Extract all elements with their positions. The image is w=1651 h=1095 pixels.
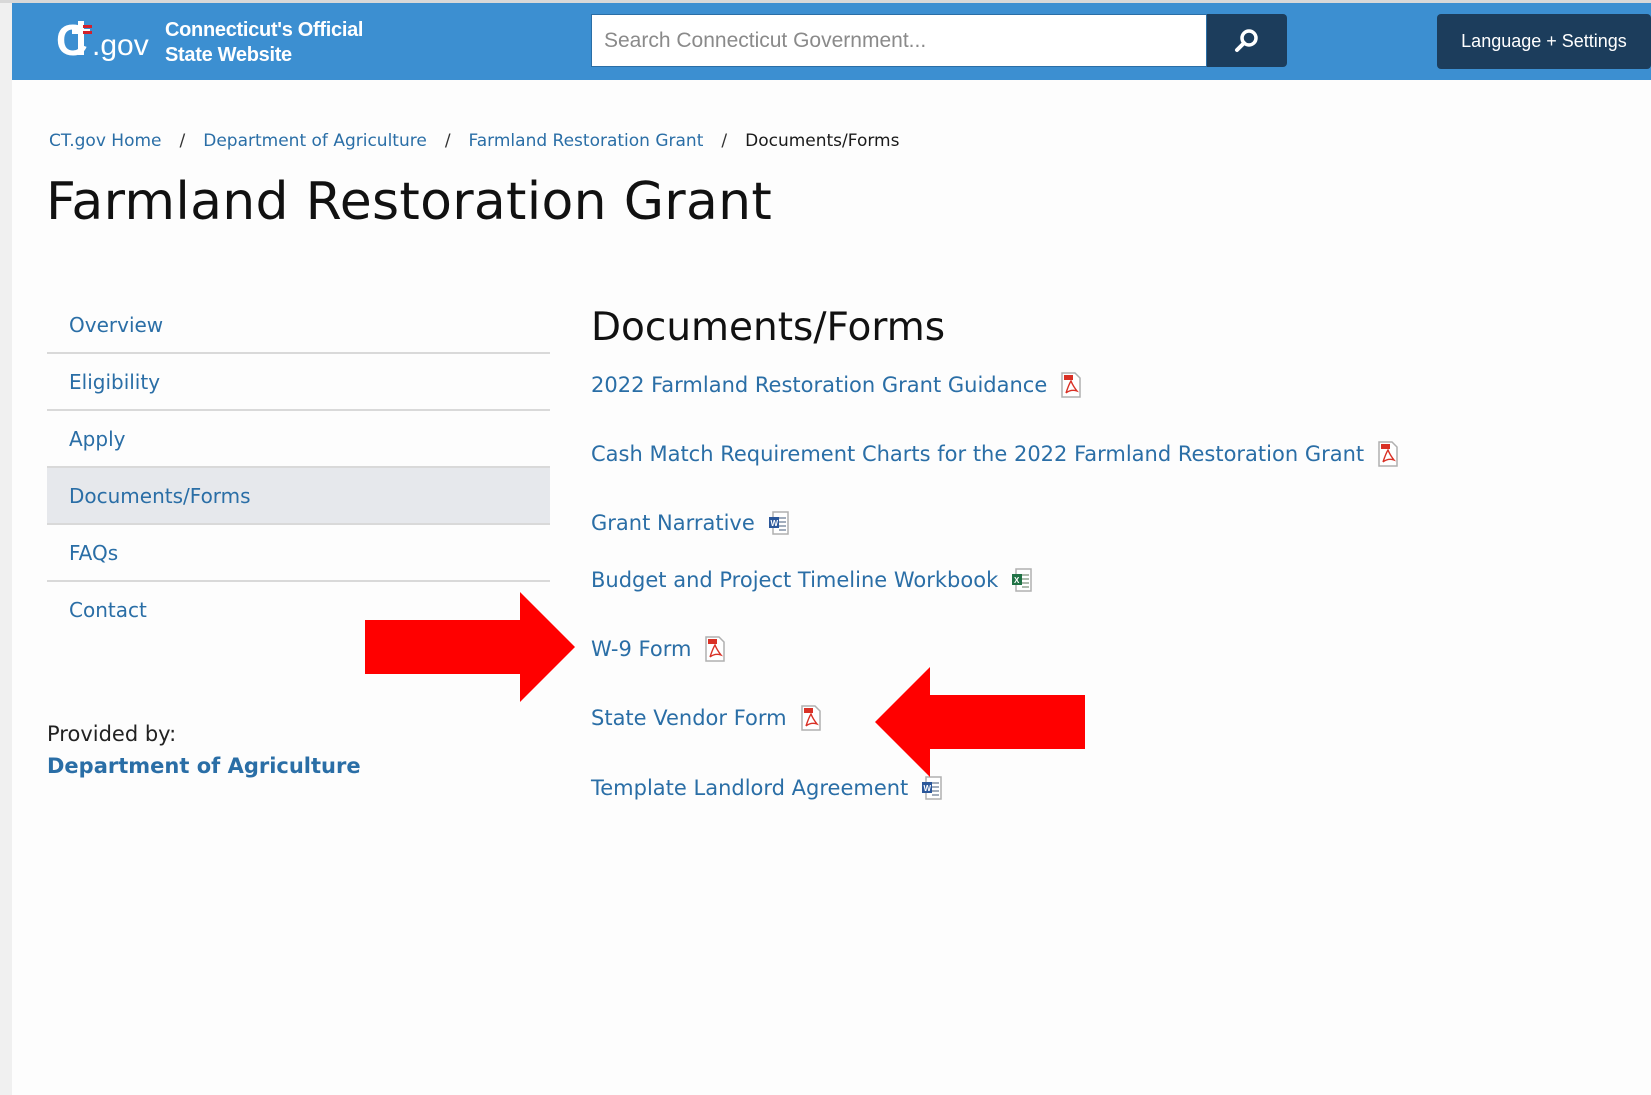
language-settings-button[interactable]: Language + Settings <box>1437 14 1651 69</box>
breadcrumb-separator: / <box>721 131 728 151</box>
breadcrumb-current: Documents/Forms <box>745 131 900 151</box>
breadcrumb-home[interactable]: CT.gov Home <box>49 131 162 151</box>
sidebar-item-overview[interactable]: Overview <box>47 297 550 354</box>
word-icon: W <box>922 776 943 800</box>
pdf-icon <box>800 705 821 731</box>
site-title: Connecticut's Official State Website <box>165 18 363 68</box>
site-header: C .gov Connecticut's Official State Webs… <box>12 3 1651 80</box>
excel-icon: X <box>1012 568 1032 592</box>
document-link-grant-narrative[interactable]: Grant Narrative W <box>591 510 791 536</box>
site-title-line2: State Website <box>165 44 292 66</box>
document-link-state-vendor-form[interactable]: State Vendor Form <box>591 705 823 731</box>
word-icon: W <box>768 511 789 535</box>
svg-text:W: W <box>924 784 932 793</box>
breadcrumb: CT.gov Home / Department of Agriculture / Fa… <box>49 131 899 151</box>
right-pointing-arrow-annotation <box>365 592 575 702</box>
svg-text:W: W <box>770 519 778 528</box>
pdf-icon <box>1061 372 1082 398</box>
sidebar-item-eligibility[interactable]: Eligibility <box>47 354 550 411</box>
provided-by-label: Provided by: <box>47 722 177 746</box>
document-link-w9-form[interactable]: W-9 Form <box>591 636 727 662</box>
left-margin-strip <box>0 0 12 1095</box>
document-link-budget-workbook[interactable]: Budget and Project Timeline Workbook X <box>591 567 1034 593</box>
sidebar-item-documents-forms[interactable]: Documents/Forms <box>47 468 550 525</box>
breadcrumb-department[interactable]: Department of Agriculture <box>203 131 427 151</box>
breadcrumb-grant[interactable]: Farmland Restoration Grant <box>469 131 704 151</box>
ct-gov-logo[interactable]: C .gov <box>56 11 156 73</box>
document-link-label: W-9 Form <box>591 637 692 661</box>
breadcrumb-separator: / <box>179 131 186 151</box>
breadcrumb-separator: / <box>444 131 451 151</box>
document-link-cash-match[interactable]: Cash Match Requirement Charts for the 20… <box>591 441 1400 467</box>
svg-text:.gov: .gov <box>92 29 149 62</box>
search-button[interactable] <box>1207 14 1287 67</box>
document-link-label: Budget and Project Timeline Workbook <box>591 568 999 592</box>
sidebar-item-faqs[interactable]: FAQs <box>47 525 550 582</box>
search-input[interactable] <box>591 14 1207 67</box>
document-link-guidance[interactable]: 2022 Farmland Restoration Grant Guidance <box>591 372 1083 398</box>
provided-by-link[interactable]: Department of Agriculture <box>47 754 361 778</box>
page-title: Farmland Restoration Grant <box>46 172 773 232</box>
svg-text:X: X <box>1014 576 1020 585</box>
left-pointing-arrow-annotation <box>875 667 1085 777</box>
site-title-line1: Connecticut's Official <box>165 19 364 41</box>
document-link-label: Grant Narrative <box>591 511 755 535</box>
document-link-label: Template Landlord Agreement <box>591 776 909 800</box>
pdf-icon <box>1378 441 1398 467</box>
document-link-label: 2022 Farmland Restoration Grant Guidance <box>591 373 1048 397</box>
sidebar-item-apply[interactable]: Apply <box>47 411 550 468</box>
document-link-landlord-agreement[interactable]: Template Landlord Agreement W <box>591 775 944 801</box>
section-title: Documents/Forms <box>591 305 946 350</box>
document-link-label: State Vendor Form <box>591 706 787 730</box>
pdf-icon <box>705 636 726 662</box>
sidebar-nav: Overview Eligibility Apply Documents/For… <box>47 297 550 639</box>
document-link-label: Cash Match Requirement Charts for the 20… <box>591 442 1365 466</box>
search-icon <box>1235 28 1258 52</box>
